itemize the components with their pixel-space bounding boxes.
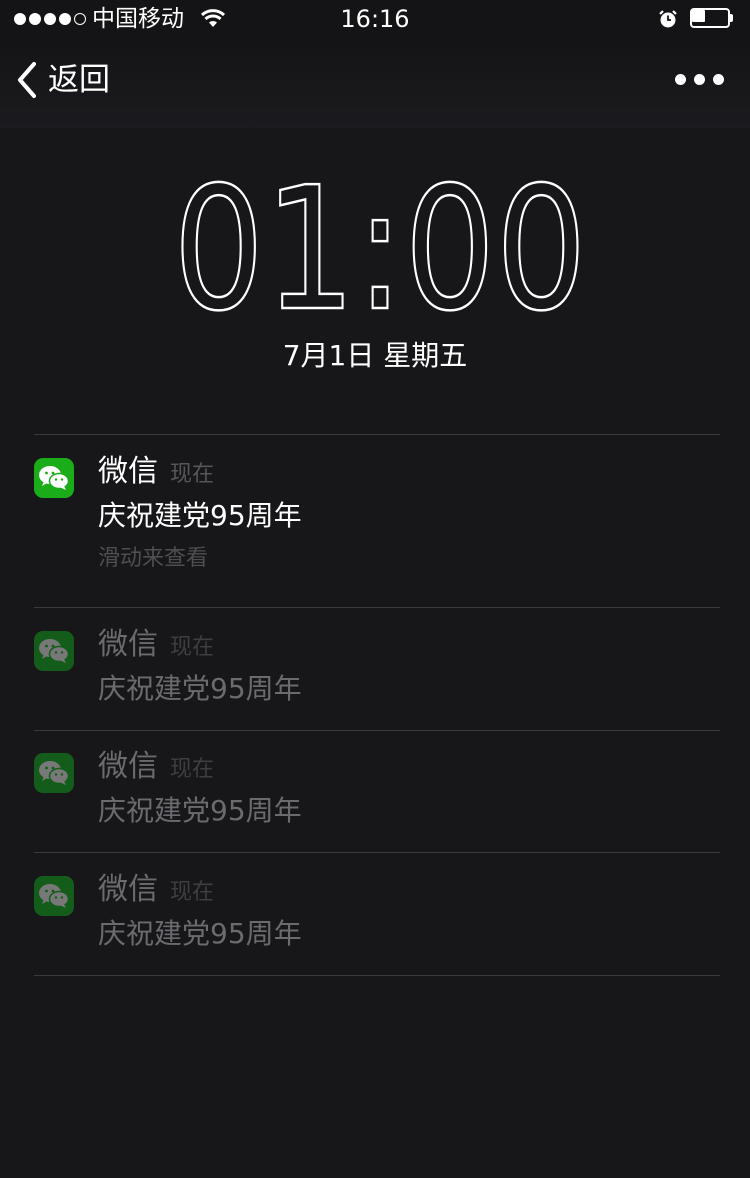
more-dot (713, 74, 724, 85)
notification-app-label: 微信 (98, 749, 158, 784)
wechat-icon (34, 753, 74, 793)
notification-time: 现在 (170, 462, 215, 487)
status-time: 16:16 (340, 5, 410, 33)
more-dot (694, 74, 705, 85)
wechat-icon (34, 876, 74, 916)
more-dots-icon[interactable] (675, 74, 724, 85)
notification-hint: 滑动来查看 (98, 546, 209, 571)
wechat-icon (34, 631, 74, 671)
divider (34, 434, 720, 435)
chevron-left-icon (18, 62, 36, 98)
notification-app-name: 微信 现在 (98, 870, 214, 913)
notification-app-name: 微信 现在 (98, 747, 214, 790)
divider (34, 730, 720, 731)
notification-item[interactable]: 微信 现在 庆祝建党95周年 (34, 872, 720, 956)
notification-body: 庆祝建党95周年 (98, 672, 302, 705)
notification-body: 庆祝建党95周年 (98, 499, 302, 532)
notification-time: 现在 (170, 635, 215, 660)
lock-screen-clock: 01:00 (172, 180, 589, 320)
notification-body: 庆祝建党95周年 (98, 794, 302, 827)
alarm-clock-icon (659, 10, 677, 28)
lock-screen-date: 7月1日 星期五 (282, 339, 468, 372)
wechat-icon (34, 458, 74, 498)
status-bar: 中国移动 16:16 (0, 0, 750, 40)
notification-app-label: 微信 (98, 872, 158, 907)
notification-item[interactable]: 微信 现在 庆祝建党95周年 滑动来查看 (34, 454, 720, 598)
battery-fill (692, 10, 705, 22)
notification-app-label: 微信 (98, 627, 158, 662)
more-dot (675, 74, 686, 85)
notification-item[interactable]: 微信 现在 庆祝建党95周年 (34, 749, 720, 833)
notification-app-name: 微信 现在 (98, 452, 214, 495)
battery-tip (730, 14, 733, 22)
back-button[interactable]: 返回 (14, 58, 110, 102)
notification-time: 现在 (170, 880, 215, 905)
notification-item[interactable]: 微信 现在 庆祝建党95周年 (34, 627, 720, 711)
nav-bar: 返回 (0, 40, 750, 128)
notification-body: 庆祝建党95周年 (98, 917, 302, 950)
divider (34, 607, 720, 608)
notification-time: 现在 (170, 757, 215, 782)
back-label: 返回 (48, 62, 110, 98)
divider (34, 975, 720, 976)
notification-app-label: 微信 (98, 454, 158, 489)
notification-app-name: 微信 现在 (98, 625, 214, 668)
divider (34, 852, 720, 853)
battery-icon (690, 8, 733, 28)
clock-time: 01:00 (173, 180, 587, 320)
